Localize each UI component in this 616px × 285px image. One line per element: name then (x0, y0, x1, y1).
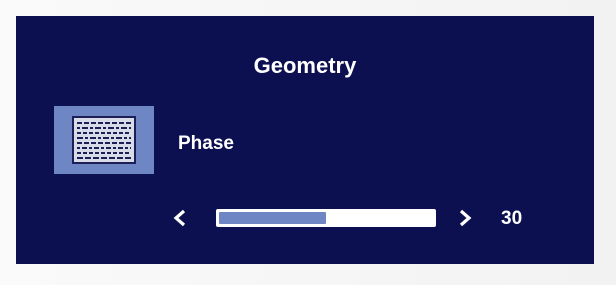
osd-menu: Geometry Phase 30 (16, 16, 594, 264)
chevron-left-icon (173, 209, 186, 227)
phase-value: 30 (501, 208, 523, 229)
phase-pattern-icon (72, 116, 136, 164)
phase-icon-tile[interactable] (54, 106, 154, 174)
slider-fill (219, 212, 326, 224)
menu-title: Geometry (253, 53, 357, 78)
screen-frame: Geometry Phase 30 (0, 0, 616, 285)
chevron-right-icon (459, 209, 472, 227)
increase-arrow[interactable] (457, 208, 473, 228)
phase-label: Phase (178, 133, 234, 154)
decrease-arrow[interactable] (172, 208, 188, 228)
phase-slider[interactable] (216, 209, 436, 227)
